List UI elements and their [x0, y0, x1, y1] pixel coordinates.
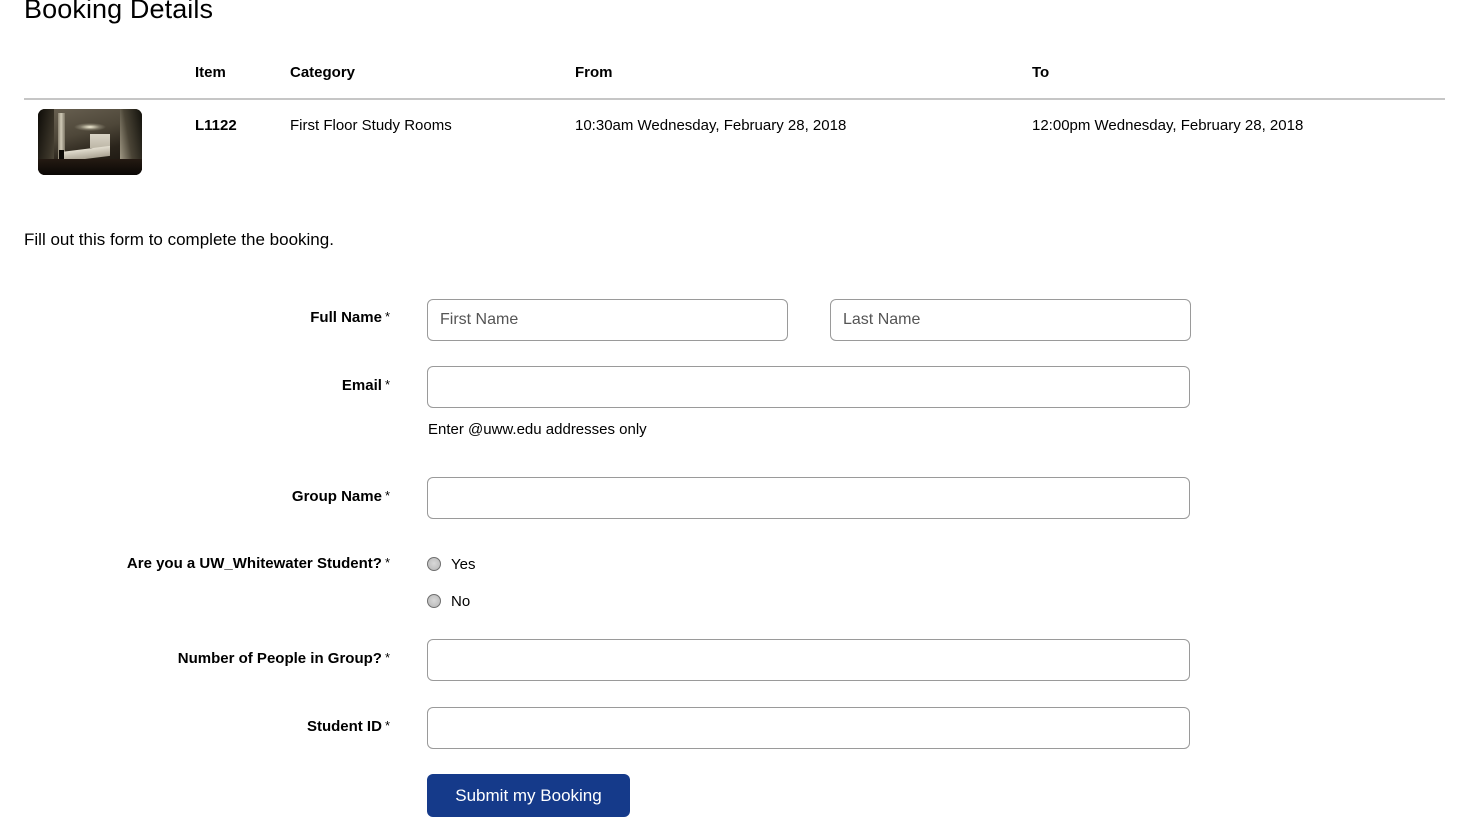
label-full-name: Full Name *: [310, 307, 390, 327]
radio-button-no-icon[interactable]: [427, 594, 441, 608]
label-student-question: Are you a UW_Whitewater Student? *: [127, 553, 390, 573]
required-asterisk: *: [384, 718, 390, 733]
room-photo-floor: [38, 159, 142, 175]
submit-booking-button[interactable]: Submit my Booking: [427, 774, 630, 817]
booking-details-table: Item Category From To L1122 First Floor …: [24, 55, 1445, 175]
email-hint-text: Enter @uww.edu addresses only: [428, 421, 647, 438]
required-asterisk: *: [384, 377, 390, 392]
label-email-text: Email: [341, 377, 382, 394]
group-size-input[interactable]: [427, 639, 1190, 681]
label-group-size: Number of People in Group? *: [178, 648, 390, 668]
label-group-size-text: Number of People in Group?: [177, 650, 382, 667]
label-group-name-text: Group Name: [291, 488, 382, 505]
label-group-name: Group Name *: [292, 486, 390, 506]
cell-category: First Floor Study Rooms: [290, 117, 452, 134]
radio-option-yes[interactable]: Yes: [427, 554, 475, 574]
label-email: Email *: [342, 375, 390, 395]
form-intro-text: Fill out this form to complete the booki…: [24, 230, 334, 249]
required-asterisk: *: [384, 555, 390, 570]
column-header-category: Category: [290, 64, 356, 81]
first-name-input[interactable]: [427, 299, 788, 341]
column-header-item: Item: [195, 64, 226, 81]
label-student-id: Student ID *: [307, 716, 390, 736]
cell-from-datetime: 10:30am Wednesday, February 28, 2018: [575, 117, 847, 134]
page-title: Booking Details: [24, 0, 214, 24]
email-input[interactable]: [427, 366, 1190, 408]
label-student-id-text: Student ID: [306, 718, 382, 735]
cell-item-code: L1122: [195, 117, 237, 134]
table-row: L1122 First Floor Study Rooms 10:30am We…: [24, 101, 1445, 197]
required-asterisk: *: [384, 309, 390, 324]
required-asterisk: *: [384, 488, 390, 503]
last-name-input[interactable]: [830, 299, 1191, 341]
group-name-input[interactable]: [427, 477, 1190, 519]
student-id-input[interactable]: [427, 707, 1190, 749]
label-student-question-text: Are you a UW_Whitewater Student?: [126, 555, 382, 572]
cell-to-datetime: 12:00pm Wednesday, February 28, 2018: [1032, 117, 1304, 134]
label-full-name-text: Full Name: [310, 309, 382, 326]
room-thumbnail-image: [38, 109, 142, 175]
table-header-row: Item Category From To: [24, 55, 1445, 93]
table-header-divider: [24, 98, 1445, 100]
radio-label-no: No: [451, 592, 471, 610]
radio-option-no[interactable]: No: [427, 591, 470, 611]
radio-label-yes: Yes: [451, 555, 476, 573]
required-asterisk: *: [384, 650, 390, 665]
column-header-from: From: [575, 64, 613, 81]
column-header-to: To: [1032, 64, 1050, 81]
radio-button-yes-icon[interactable]: [427, 557, 441, 571]
